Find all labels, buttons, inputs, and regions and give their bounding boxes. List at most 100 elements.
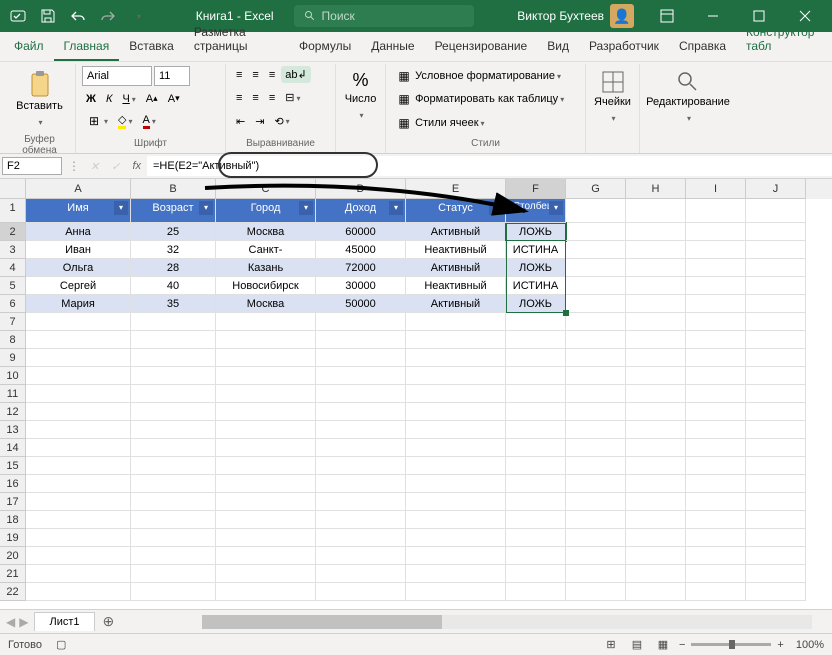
cell[interactable] — [626, 547, 686, 565]
cell[interactable] — [131, 439, 216, 457]
cell[interactable]: 35 — [131, 295, 216, 313]
cell[interactable] — [216, 313, 316, 331]
cell[interactable] — [686, 547, 746, 565]
cell[interactable] — [746, 511, 806, 529]
cell[interactable] — [566, 493, 626, 511]
cell[interactable] — [566, 565, 626, 583]
cell[interactable]: Неактивный — [406, 241, 506, 259]
cell[interactable] — [316, 439, 406, 457]
cell[interactable] — [626, 241, 686, 259]
cell[interactable] — [686, 583, 746, 601]
cell[interactable] — [566, 457, 626, 475]
cell[interactable] — [686, 349, 746, 367]
cell[interactable] — [216, 565, 316, 583]
cell[interactable] — [316, 565, 406, 583]
search-box[interactable]: Поиск — [294, 5, 474, 27]
cell[interactable] — [506, 529, 566, 547]
cell[interactable] — [566, 367, 626, 385]
cell[interactable]: Москва — [216, 295, 316, 313]
cell[interactable]: Активный — [406, 259, 506, 277]
cell[interactable] — [316, 367, 406, 385]
cell[interactable] — [686, 439, 746, 457]
cell[interactable] — [316, 457, 406, 475]
filter-button[interactable]: ▾ — [199, 201, 213, 215]
cell[interactable]: 72000 — [316, 259, 406, 277]
cell[interactable] — [506, 583, 566, 601]
view-page-icon[interactable]: ▤ — [627, 636, 647, 654]
cell[interactable] — [131, 349, 216, 367]
cell[interactable] — [746, 457, 806, 475]
cell[interactable] — [216, 547, 316, 565]
row-header-2[interactable]: 2 — [0, 223, 26, 241]
cell[interactable] — [216, 439, 316, 457]
cell[interactable]: Москва — [216, 223, 316, 241]
cell[interactable] — [746, 367, 806, 385]
cell[interactable] — [131, 367, 216, 385]
row-header-18[interactable]: 18 — [0, 511, 26, 529]
cell[interactable] — [566, 331, 626, 349]
cell[interactable] — [626, 385, 686, 403]
cell[interactable] — [216, 385, 316, 403]
cell[interactable]: Санкт- — [216, 241, 316, 259]
sheet-nav-prev-icon[interactable]: ◀ — [6, 615, 15, 629]
cell[interactable] — [686, 259, 746, 277]
borders-button[interactable]: ⊞ — [82, 111, 112, 131]
cell[interactable]: 50000 — [316, 295, 406, 313]
filter-button[interactable]: ▾ — [114, 201, 128, 215]
cell[interactable] — [626, 457, 686, 475]
filter-button[interactable]: ▾ — [299, 201, 313, 215]
cell[interactable] — [626, 475, 686, 493]
cell[interactable] — [746, 403, 806, 421]
cell[interactable] — [626, 493, 686, 511]
cell[interactable] — [506, 403, 566, 421]
row-header-13[interactable]: 13 — [0, 421, 26, 439]
cell[interactable]: Активный — [406, 295, 506, 313]
font-increase-button[interactable]: A▴ — [142, 91, 162, 107]
cell[interactable] — [506, 565, 566, 583]
minimize-icon[interactable] — [690, 0, 736, 32]
cell[interactable] — [746, 475, 806, 493]
tab-review[interactable]: Рецензирование — [425, 33, 538, 61]
cell[interactable] — [406, 511, 506, 529]
qat-more-icon[interactable] — [124, 2, 152, 30]
cell[interactable] — [626, 349, 686, 367]
cell[interactable] — [626, 277, 686, 295]
cell[interactable]: Новосибирск — [216, 277, 316, 295]
cell[interactable] — [131, 493, 216, 511]
col-header-D[interactable]: D — [316, 179, 406, 199]
cell[interactable] — [316, 331, 406, 349]
zoom-in-button[interactable]: + — [777, 639, 783, 651]
tab-insert[interactable]: Вставка — [119, 33, 184, 61]
align-bottom-button[interactable]: ≡ — [265, 67, 279, 83]
cell[interactable] — [216, 529, 316, 547]
cell[interactable] — [216, 349, 316, 367]
cell[interactable]: ИСТИНА — [506, 241, 566, 259]
align-left-button[interactable]: ≡ — [232, 90, 246, 106]
cell[interactable] — [686, 421, 746, 439]
name-box[interactable] — [2, 157, 62, 175]
cell[interactable] — [566, 421, 626, 439]
cell[interactable] — [746, 583, 806, 601]
cell[interactable] — [216, 403, 316, 421]
cell[interactable] — [131, 547, 216, 565]
cell[interactable] — [406, 385, 506, 403]
cell[interactable] — [626, 223, 686, 241]
col-header-E[interactable]: E — [406, 179, 506, 199]
row-header-16[interactable]: 16 — [0, 475, 26, 493]
cell[interactable] — [506, 547, 566, 565]
cell[interactable] — [406, 583, 506, 601]
cell[interactable] — [746, 199, 806, 223]
fx-button[interactable]: fx — [126, 160, 147, 172]
cell[interactable] — [406, 367, 506, 385]
cell[interactable] — [566, 241, 626, 259]
tab-data[interactable]: Данные — [361, 33, 424, 61]
row-header-8[interactable]: 8 — [0, 331, 26, 349]
cell[interactable] — [686, 331, 746, 349]
cell[interactable] — [216, 367, 316, 385]
cell[interactable] — [316, 313, 406, 331]
tab-formulas[interactable]: Формулы — [289, 33, 361, 61]
cell[interactable] — [626, 199, 686, 223]
cell[interactable] — [316, 511, 406, 529]
cell[interactable] — [26, 313, 131, 331]
cell[interactable] — [566, 511, 626, 529]
